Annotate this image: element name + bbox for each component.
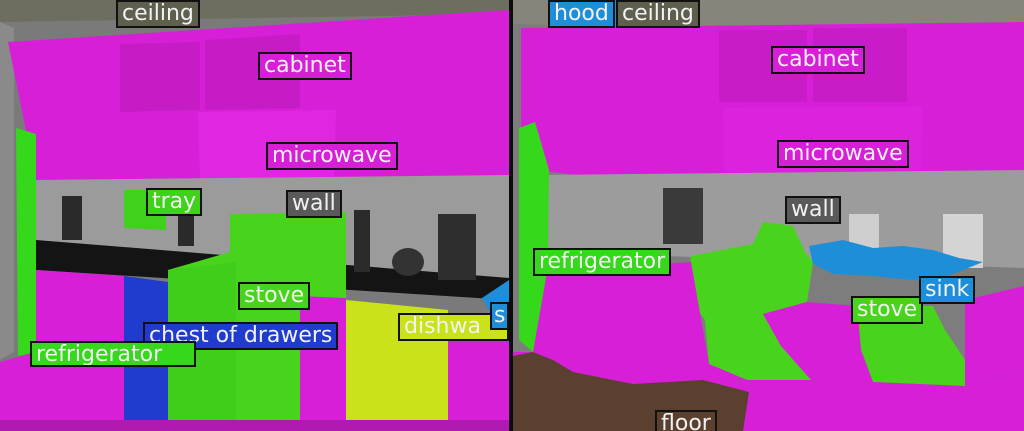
label-ceiling: ceiling [616,0,700,28]
segmentation-panel-left: ceiling cabinet microwave tray wall stov… [0,0,509,431]
label-refrigerator: refrigerator [533,248,672,276]
label-tray: tray [146,188,203,216]
label-wall: wall [286,190,342,218]
label-floor: floor [655,410,717,431]
label-cabinet: cabinet [258,52,352,80]
label-stove: stove [238,282,311,310]
label-microwave: microwave [777,140,909,168]
label-sink: si [490,302,509,330]
label-ceiling: ceiling [116,0,200,28]
label-stove: stove [851,296,924,324]
refrigerator-region [16,128,36,356]
label-hood: hood [548,0,615,28]
right-segmentation-overlay [513,0,1024,431]
segmentation-panel-right: hood ceiling cabinet microwave wall refr… [513,0,1024,431]
label-wall: wall [785,196,841,224]
label-microwave: microwave [266,142,398,170]
label-sink: sink [919,276,976,304]
label-refrigerator: refrigerator [30,341,196,367]
label-cabinet: cabinet [771,46,865,74]
